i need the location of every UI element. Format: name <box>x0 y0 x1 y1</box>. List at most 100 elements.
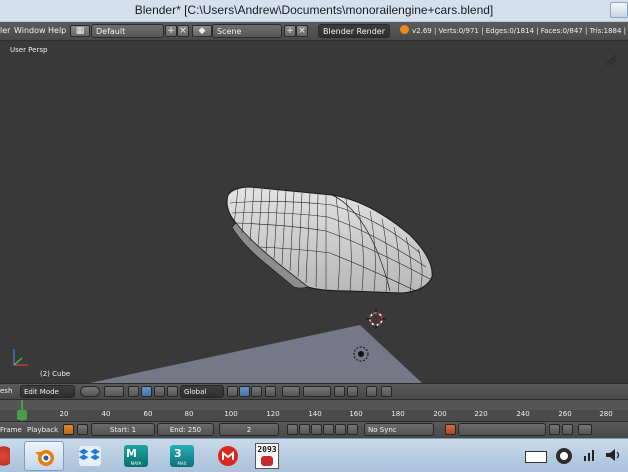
add-scene-button[interactable]: + <box>284 25 296 37</box>
ruler-tick: 120 <box>266 410 280 418</box>
preview-range-icon[interactable] <box>77 424 88 435</box>
taskbar-2093[interactable]: 2093 <box>252 441 282 471</box>
insert-keyframe-icon[interactable] <box>549 424 560 435</box>
timeline-ruler[interactable] <box>0 400 628 410</box>
taskbar-3dsmax[interactable]: 3 MAX <box>162 441 202 471</box>
makerbot-icon <box>218 446 238 466</box>
dropbox-icon <box>78 446 101 466</box>
menu-playback[interactable]: Playback <box>27 426 58 434</box>
max-label: MAX <box>177 461 187 466</box>
pivot-point-icon[interactable] <box>104 386 124 397</box>
render-engine-select[interactable]: Blender Render <box>318 24 390 38</box>
blender-icon <box>35 450 54 466</box>
current-frame-marker[interactable] <box>17 410 27 420</box>
windows-taskbar: M MAYA 3 MAX 2093 <box>0 438 628 472</box>
record-keyframe-icon[interactable] <box>445 424 456 435</box>
3dsmax-icon: 3 MAX <box>170 445 194 467</box>
blender-logo-icon <box>400 25 409 34</box>
volume-tray-icon[interactable] <box>605 448 621 462</box>
timeline-area[interactable]: 0 20 40 60 80 100 120 140 160 180 200 22… <box>0 399 628 422</box>
play-reverse-icon[interactable] <box>311 424 322 435</box>
jump-end-icon[interactable] <box>347 424 358 435</box>
minimize-button[interactable] <box>610 2 628 18</box>
play-icon[interactable] <box>323 424 334 435</box>
timeline-header: Frame Playback Start: 1 End: 250 2 No Sy… <box>0 421 628 438</box>
scene-field[interactable]: Scene <box>212 24 282 38</box>
2093-icon: 2093 <box>255 443 279 469</box>
taskbar-dropbox[interactable] <box>70 441 110 471</box>
lamp-icon[interactable] <box>352 345 370 363</box>
taskbar-maya[interactable]: M MAYA <box>116 441 156 471</box>
monorail-car-mesh[interactable] <box>220 183 440 303</box>
edge-select-icon[interactable] <box>239 386 250 397</box>
active-object-label: (2) Cube <box>40 370 71 378</box>
jump-start-icon[interactable] <box>287 424 298 435</box>
snap-toggle-icon[interactable] <box>334 386 345 397</box>
manipulator-toggle-icon[interactable] <box>128 386 139 397</box>
screen-layout-icon[interactable]: ▦ <box>70 25 90 37</box>
3d-cursor-icon[interactable] <box>366 309 386 329</box>
scene-icon[interactable]: ◆ <box>192 25 212 37</box>
scene-stats: v2.69 | Verts:0/971 | Edges:0/1814 | Fac… <box>412 27 628 35</box>
rotate-manipulator-icon[interactable] <box>154 386 165 397</box>
window-title: Blender* [C:\Users\Andrew\Documents\mono… <box>134 3 494 17</box>
menu-window[interactable]: Window <box>14 26 46 35</box>
window-titlebar: Blender* [C:\Users\Andrew\Documents\mono… <box>0 0 628 22</box>
game-label: 2093 <box>257 445 277 454</box>
render-preview-icon[interactable] <box>366 386 377 397</box>
ruler-tick: 260 <box>558 410 572 418</box>
ruler-tick: 220 <box>474 410 488 418</box>
proportional-falloff-icon[interactable] <box>303 386 331 397</box>
network-tray-icon[interactable] <box>583 448 597 462</box>
transform-orientation-select[interactable]: Global <box>180 385 224 398</box>
menu-frame[interactable]: Frame <box>0 426 22 434</box>
auto-keying-icon[interactable] <box>63 424 74 435</box>
add-screen-button[interactable]: + <box>165 25 177 37</box>
keying-options-icon[interactable] <box>578 424 592 435</box>
ruler-tick: 60 <box>143 410 153 418</box>
start-orb-icon[interactable] <box>0 443 10 469</box>
mode-select[interactable]: Edit Mode <box>20 385 75 398</box>
menu-mesh[interactable]: esh <box>0 387 12 395</box>
keyboard-tray-icon[interactable] <box>525 451 547 463</box>
opengl-render-icon[interactable] <box>381 386 392 397</box>
translate-manipulator-icon[interactable] <box>141 386 152 397</box>
ruler-tick: 180 <box>391 410 405 418</box>
ruler-tick: 40 <box>101 410 111 418</box>
taskbar-blender[interactable] <box>24 441 64 471</box>
sync-mode-select[interactable]: No Sync <box>364 423 434 436</box>
3d-view-header: esh Edit Mode Global <box>0 383 628 399</box>
viewport-shading-icon[interactable] <box>80 386 100 397</box>
ruler-tick: 100 <box>224 410 238 418</box>
ruler-tick: 240 <box>516 410 530 418</box>
3d-viewport[interactable]: User Persp (2) Cube <box>0 41 628 383</box>
proportional-edit-icon[interactable] <box>282 386 300 397</box>
maya-icon: M MAYA <box>124 445 148 467</box>
taskbar-makerbot[interactable] <box>208 441 248 471</box>
screen-layout-field[interactable]: Default <box>91 24 164 38</box>
ruler-tick: 140 <box>308 410 322 418</box>
info-header: ler Window Help ▦ Default + × ◆ Scene + … <box>0 22 628 41</box>
vertex-select-icon[interactable] <box>227 386 238 397</box>
prev-keyframe-icon[interactable] <box>299 424 310 435</box>
ruler-tick: 80 <box>184 410 194 418</box>
maya-label: MAYA <box>130 461 142 466</box>
next-keyframe-icon[interactable] <box>335 424 346 435</box>
remove-screen-button[interactable]: × <box>177 25 189 37</box>
current-frame-field[interactable]: 2 <box>219 423 279 436</box>
start-frame-field[interactable]: Start: 1 <box>91 423 155 436</box>
delete-keyframe-icon[interactable] <box>562 424 573 435</box>
ruler-tick: 280 <box>599 410 613 418</box>
scale-manipulator-icon[interactable] <box>167 386 178 397</box>
limit-selection-icon[interactable] <box>265 386 276 397</box>
menu-help[interactable]: Help <box>48 26 66 35</box>
tray-app-icon[interactable] <box>555 447 573 465</box>
face-select-icon[interactable] <box>251 386 262 397</box>
menu-render[interactable]: ler <box>0 26 10 35</box>
ruler-tick: 200 <box>433 410 447 418</box>
ruler-tick: 160 <box>349 410 363 418</box>
remove-scene-button[interactable]: × <box>296 25 308 37</box>
keying-set-field[interactable] <box>458 423 546 436</box>
snap-element-icon[interactable] <box>347 386 358 397</box>
end-frame-field[interactable]: End: 250 <box>157 423 214 436</box>
